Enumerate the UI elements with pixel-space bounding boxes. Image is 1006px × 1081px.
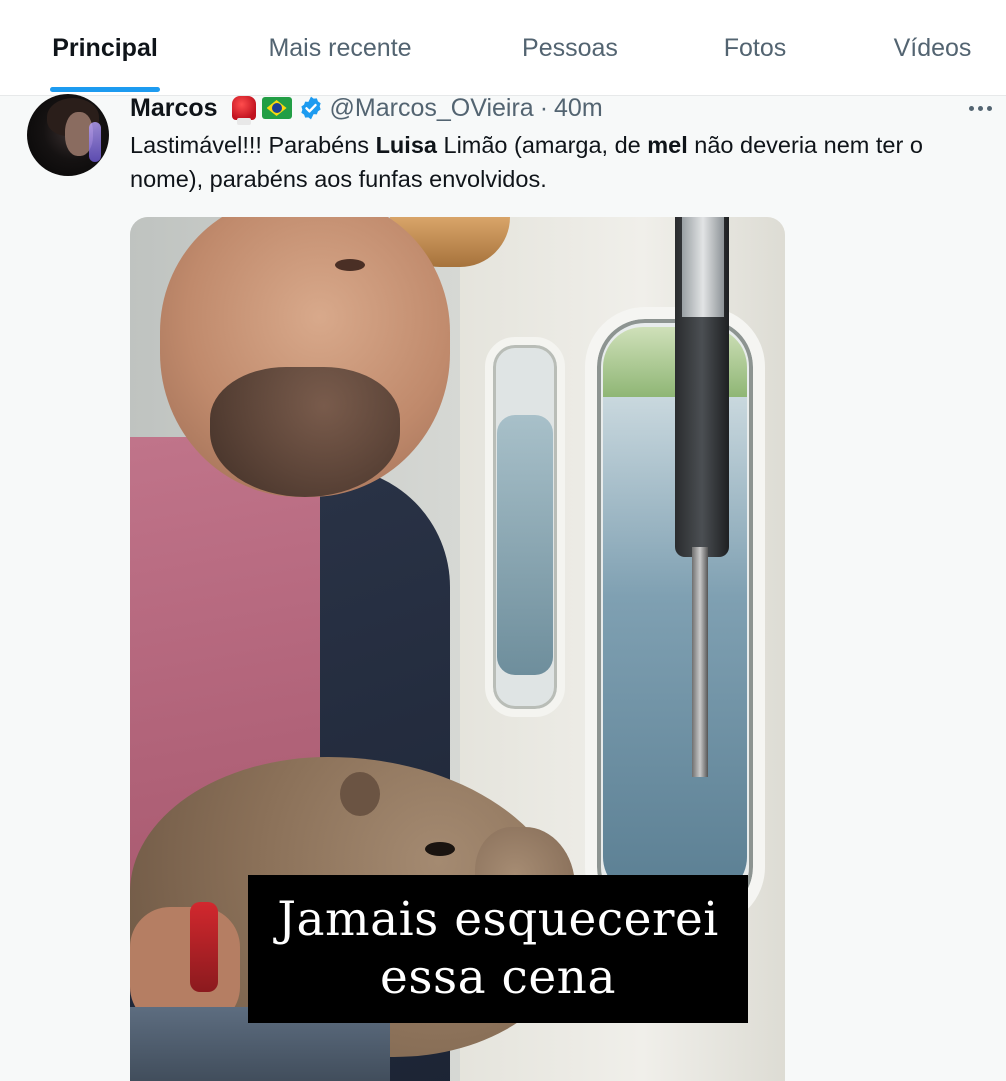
avatar-light (89, 122, 101, 162)
author-name[interactable]: Marcos (130, 94, 218, 123)
author-handle[interactable]: @Marcos_OVieira (330, 94, 534, 123)
mention-luisa: Luisa (375, 132, 437, 158)
tab-principal[interactable]: Principal (40, 0, 170, 96)
tweet-text: Lastimável!!! Parabéns Luisa Limão (amar… (130, 132, 923, 192)
tweet-timestamp[interactable]: 40m (554, 94, 603, 123)
verified-badge-icon[interactable] (298, 95, 324, 121)
tab-mais-recente[interactable]: Mais recente (245, 0, 435, 96)
boxing-glove-icon (231, 96, 256, 125)
gas-strut-top (682, 217, 724, 317)
tab-videos[interactable]: Vídeos (880, 0, 985, 96)
man-beard (210, 367, 400, 497)
capybara-ear (340, 772, 380, 816)
tab-pessoas[interactable]: Pessoas (505, 0, 635, 96)
tab-fotos[interactable]: Fotos (705, 0, 805, 96)
red-bracelet (190, 902, 218, 992)
avatar[interactable] (27, 94, 109, 176)
meta-separator: · (539, 93, 549, 122)
cabin-window-small (485, 337, 565, 717)
caption-line-2: essa cena (380, 950, 616, 1005)
caption-line-1: Jamais esquecerei (277, 892, 719, 947)
man-eye (335, 259, 365, 271)
gas-strut-rod (692, 547, 708, 777)
highlight-mel: mel (647, 132, 688, 158)
tweet-media-image[interactable]: Jamais esquecerei essa cena (130, 217, 785, 1081)
media-caption: Jamais esquecerei essa cena (248, 875, 748, 1023)
tweet-header: Marcos @Marcos_OVieira · 40m (130, 92, 603, 125)
brazil-flag-icon (261, 97, 292, 119)
more-options-icon[interactable] (962, 96, 998, 120)
capybara-eye (425, 842, 455, 856)
search-tabs-bar: Principal Mais recente Pessoas Fotos Víd… (0, 0, 1006, 96)
